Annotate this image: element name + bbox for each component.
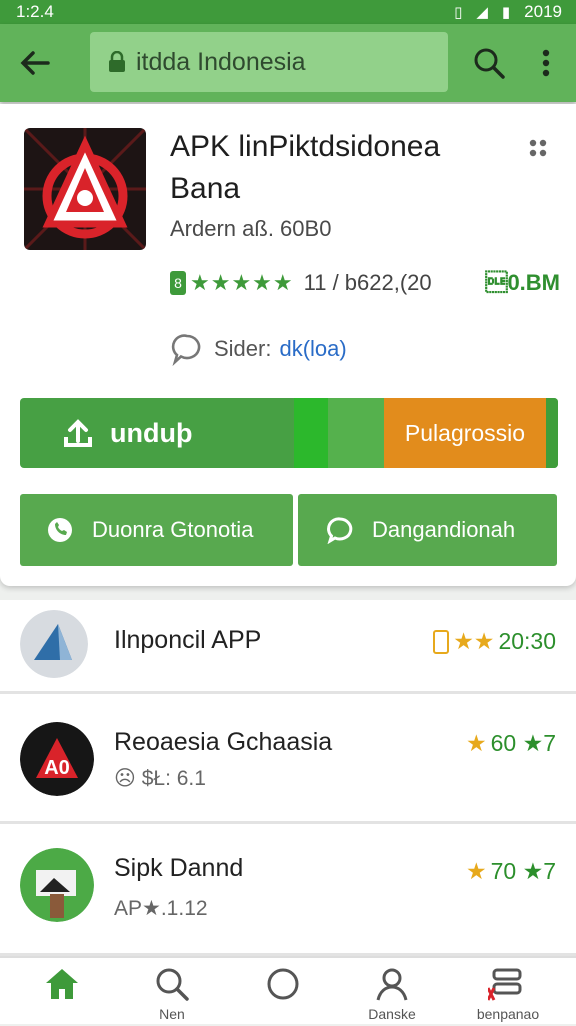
nav-home[interactable] — [22, 966, 102, 1026]
rating-badge: 8 — [170, 271, 186, 295]
download-bar: unduþ Pulagrossio — [20, 398, 558, 468]
green-photo-app-icon — [20, 848, 94, 922]
star-icon: ★ — [465, 730, 487, 756]
list-item-rating: ★ 70 ★7 — [466, 858, 556, 885]
sider-label: Sider: — [214, 336, 272, 361]
app-icon[interactable] — [24, 128, 146, 250]
search-icon — [156, 968, 189, 1001]
rating-badge — [433, 629, 450, 654]
nav-library[interactable]: benpanao — [468, 966, 548, 1026]
review-icon — [327, 517, 353, 544]
library-icon — [488, 968, 522, 1001]
list-item[interactable]: Sipk Dannd AP★.1.12 ★ 70 ★7 — [0, 824, 576, 956]
home-icon — [46, 969, 78, 999]
vibrate-icon: ▯ — [454, 4, 463, 21]
list-item-title: Ilnponcil APP — [114, 626, 262, 654]
list-item-subtitle: ☹ $Ł: 6.1 — [114, 767, 206, 790]
download-icon — [64, 419, 92, 447]
list-item-rating: ★ 60 ★7 — [466, 730, 556, 757]
url-text: itdda Indonesia — [136, 47, 306, 76]
download-label: unduþ — [110, 417, 193, 448]
progress-end — [546, 398, 558, 468]
red-a-app-icon: A0 — [20, 722, 94, 796]
svg-text:A0: A0 — [44, 757, 70, 779]
star-icon: ★ — [465, 858, 487, 884]
share-button[interactable]: Duonra Gtonotia — [20, 494, 293, 566]
nav-circle[interactable] — [243, 966, 323, 1026]
app-logo-icon — [24, 128, 146, 250]
progress-segment — [294, 398, 328, 468]
list-item-rating-value: 70 ★7 — [490, 858, 556, 884]
review-label: Dangandionah — [372, 517, 516, 542]
download-button[interactable]: unduþ — [20, 398, 300, 468]
rating-count: 11 / b622,(20 — [303, 270, 432, 295]
list-item-rating: ★★ 20:30 — [433, 628, 556, 655]
chat-bubble-icon — [171, 334, 201, 366]
dots-grid-icon — [529, 139, 547, 157]
lock-icon — [109, 51, 125, 72]
wifi-icon: ◢ — [476, 4, 488, 21]
app-bar: itdda Indonesia — [0, 24, 576, 102]
overflow-menu-button[interactable] — [528, 42, 564, 84]
progress-segment — [328, 398, 384, 468]
app-options-button[interactable] — [522, 132, 554, 164]
list-item[interactable]: Ilnponcil APP ★★ 20:30 — [0, 600, 576, 694]
app-detail-card: APK linPiktdsidonea Bana Ardern aß. 60B0… — [0, 104, 576, 586]
list-item-title: Reoaesia Gchaasia — [114, 728, 333, 756]
nav-profile[interactable]: Danske — [352, 966, 432, 1026]
review-button[interactable]: Dangandionah — [298, 494, 557, 566]
list-item-subtitle: AP★.1.12 — [114, 897, 208, 920]
rating-stars: ★★★★★ — [190, 270, 294, 295]
sider-row: Sider: dk(loa) — [170, 332, 347, 366]
share-label: Duonra Gtonotia — [92, 517, 254, 542]
star-icon: ★★ — [453, 628, 495, 654]
developer-name[interactable]: Ardern aß. 60B0 — [170, 216, 331, 242]
app-title: APK linPiktdsidonea Bana — [170, 130, 441, 205]
list-item-title: Sipk Dannd — [114, 854, 244, 882]
url-bar[interactable]: itdda Indonesia — [90, 32, 448, 92]
list-item[interactable]: A0 Reoaesia Gchaasia ☹ $Ł: 6.1 ★ 60 ★7 — [0, 694, 576, 824]
status-bar: 1:2.4 ▯ ◢ ▮ 2019 — [0, 0, 576, 24]
phone-icon — [48, 518, 72, 542]
bottom-navigation: Nen Danske benpanao — [0, 956, 576, 1024]
circle-icon — [267, 968, 299, 1000]
search-button[interactable] — [468, 42, 510, 84]
progress-button[interactable]: Pulagrossio — [384, 398, 546, 468]
sider-link[interactable]: dk(loa) — [279, 336, 346, 362]
status-icons: ▯ ◢ ▮ 2019 — [454, 2, 562, 22]
list-item-rating-value: 20:30 — [498, 628, 556, 654]
nav-search[interactable]: Nen — [132, 966, 212, 1026]
search-icon — [474, 48, 505, 79]
more-vert-icon — [542, 49, 550, 77]
signal-icon: ▮ — [501, 4, 511, 21]
triangle-app-icon — [20, 610, 88, 678]
back-arrow-icon — [20, 51, 50, 75]
status-right-text: 2019 — [524, 2, 562, 21]
list-item-rating-value: 60 ★7 — [490, 730, 556, 756]
back-button[interactable] — [0, 24, 70, 102]
status-time: 1:2.4 — [16, 2, 54, 21]
rating-row: 8 ★★★★★ 11 / b622,(20 0.BM — [170, 266, 560, 300]
profile-icon — [376, 968, 408, 1001]
app-size: 0.BM — [485, 270, 560, 295]
